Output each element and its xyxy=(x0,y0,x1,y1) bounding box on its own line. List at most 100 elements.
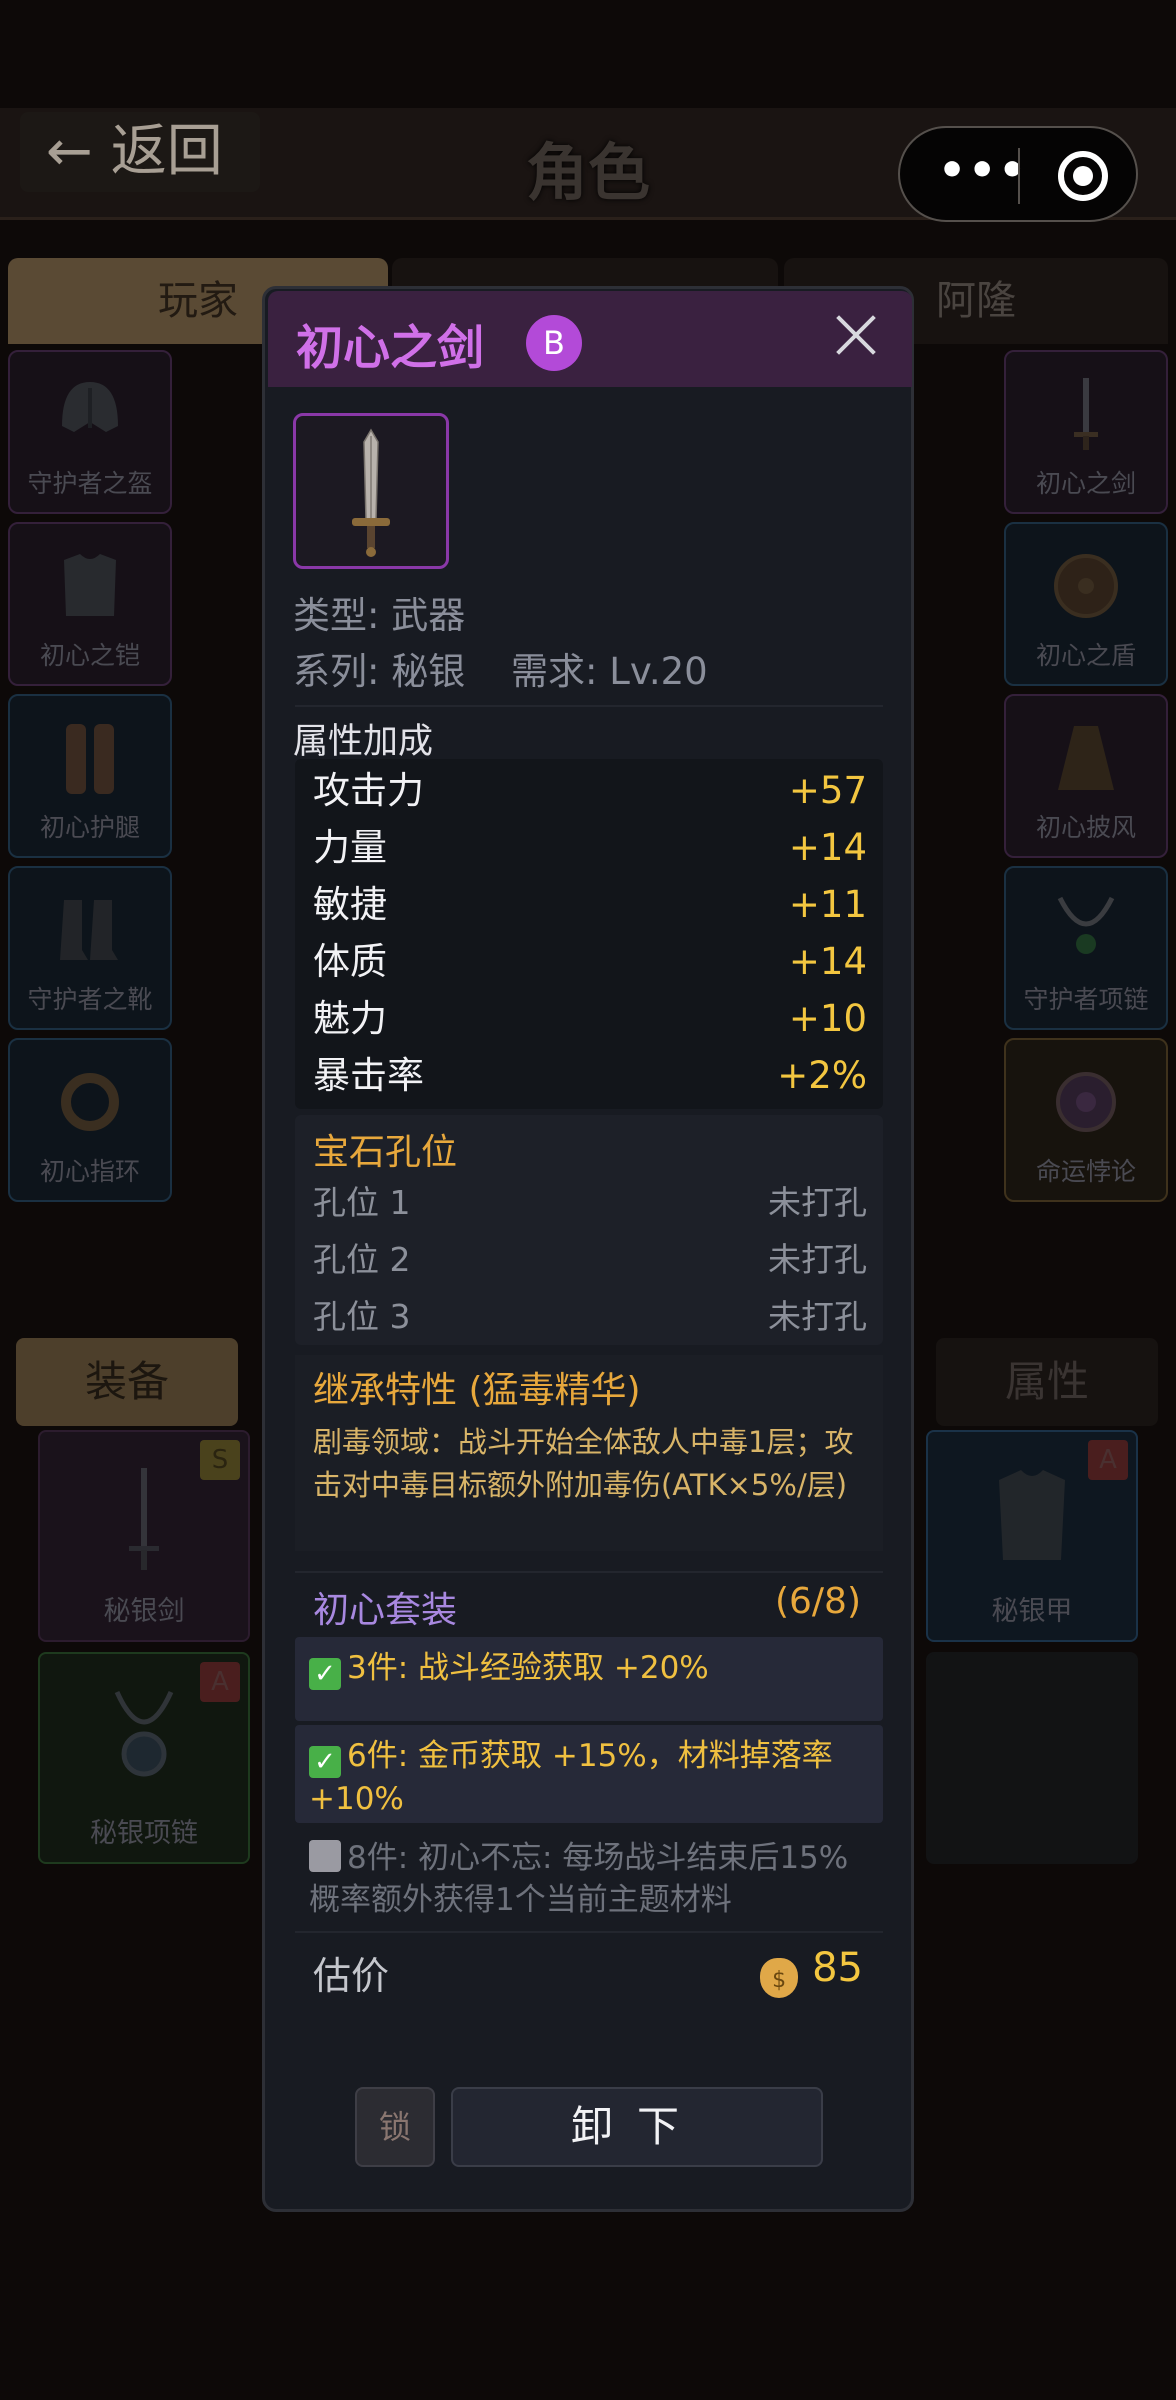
socket-name: 孔位 1 xyxy=(313,1183,411,1222)
slot-label: 守护者项链 xyxy=(1023,985,1149,1014)
greaves-icon xyxy=(66,724,114,794)
set-bonus-row: 8件: 初心不忘: 每场战斗结束后15%概率额外获得1个当前主题材料 xyxy=(295,1827,883,1925)
top-bar: ← 返回 角色 ••• xyxy=(0,108,1176,222)
armor-icon xyxy=(64,554,116,616)
item-detail-dialog: 初心之剑 B 类型: 武器 系列: 秘银 需求: Lv.20 属性加成 攻击力 +… xyxy=(262,286,914,2212)
inventory-item[interactable]: S 秘银剑 xyxy=(38,1430,250,1642)
unequip-button[interactable]: 卸下 xyxy=(451,2087,823,2167)
slot-cloak[interactable]: 初心披风 xyxy=(1004,694,1168,858)
item-label: 秘银甲 xyxy=(991,1596,1073,1627)
stat-value: +2% xyxy=(777,1054,867,1097)
shield-icon xyxy=(1054,554,1118,618)
slot-necklace[interactable]: 守护者项链 xyxy=(1004,866,1168,1030)
money-bag-icon: $ xyxy=(760,1958,799,1998)
capsule-divider xyxy=(1018,148,1020,204)
item-type: 类型: 武器 xyxy=(293,594,466,637)
close-icon[interactable] xyxy=(828,307,884,363)
set-bonus-text: 3件: 战斗经验获取 +20% xyxy=(347,1650,709,1686)
divider xyxy=(295,705,883,707)
stat-row: 攻击力 +57 xyxy=(295,763,883,819)
gem-section-title: 宝石孔位 xyxy=(313,1132,458,1173)
slot-legs[interactable]: 初心护腿 xyxy=(8,694,172,858)
set-progress: (6/8) xyxy=(774,1581,861,1622)
slot-helmet[interactable]: 守护者之盔 xyxy=(8,350,172,514)
inherited-trait-title: 继承特性 (猛毒精华) xyxy=(313,1370,641,1411)
socket-name: 孔位 2 xyxy=(313,1240,411,1279)
mini-program-capsule: ••• xyxy=(898,126,1138,222)
price-amount: 85 xyxy=(812,1945,863,1991)
close-miniprogram-icon[interactable] xyxy=(1058,151,1108,201)
inventory-item[interactable]: A 秘银项链 xyxy=(38,1652,250,1864)
stat-value: +10 xyxy=(788,997,867,1040)
slot-ring[interactable]: 初心指环 xyxy=(8,1038,172,1202)
set-bonus-text: 6件: 金币获取 +15%，材料掉落率+10% xyxy=(309,1738,833,1817)
stat-row: 暴击率 +2% xyxy=(295,1048,883,1104)
sword-icon xyxy=(352,428,390,557)
sword-icon xyxy=(1074,378,1098,450)
stat-list: 攻击力 +57 力量 +14 敏捷 +11 体质 +14 魅力 +10 暴击率 +2% xyxy=(295,759,883,1109)
stat-row: 体质 +14 xyxy=(295,934,883,990)
stat-value: +57 xyxy=(788,769,867,812)
stat-value: +14 xyxy=(788,940,867,983)
item-label: 秘银剑 xyxy=(103,1596,185,1627)
set-bonus-text: 8件: 初心不忘: 每场战斗结束后15%概率额外获得1个当前主题材料 xyxy=(309,1840,849,1918)
stat-row: 力量 +14 xyxy=(295,820,883,876)
set-name: 初心套装 xyxy=(313,1590,458,1631)
unchecked-box-icon xyxy=(309,1840,341,1872)
slot-relic[interactable]: 命运悖论 xyxy=(1004,1038,1168,1202)
slot-label: 初心指环 xyxy=(39,1157,140,1186)
stat-name: 敏捷 xyxy=(313,883,387,926)
attr-section-title: 属性加成 xyxy=(293,722,434,762)
slot-armor[interactable]: 初心之铠 xyxy=(8,522,172,686)
slot-weapon[interactable]: 初心之剑 xyxy=(1004,350,1168,514)
ring-icon xyxy=(61,1073,119,1131)
dialog-header: 初心之剑 B xyxy=(268,291,912,387)
stat-name: 暴击率 xyxy=(313,1054,424,1097)
tab-equipment[interactable]: 装备 xyxy=(16,1338,238,1426)
inherited-trait-section: 继承特性 (猛毒精华) 剧毒领域：战斗开始全体敌人中毒1层；攻击对中毒目标额外附… xyxy=(295,1355,883,1551)
inventory-empty-slot[interactable] xyxy=(926,1652,1138,1864)
item-requirement: 需求: Lv.20 xyxy=(511,650,708,693)
tab-attributes[interactable]: 属性 xyxy=(936,1338,1158,1426)
rank-badge: A xyxy=(200,1662,240,1702)
rank-badge: A xyxy=(1088,1440,1128,1480)
stat-name: 魅力 xyxy=(313,997,387,1040)
cloak-icon xyxy=(1058,726,1114,790)
checkmark-icon: ✓ xyxy=(309,1746,341,1778)
price-label: 估价 xyxy=(313,1954,390,1998)
slot-boots[interactable]: 守护者之靴 xyxy=(8,866,172,1030)
gem-socket-section: 宝石孔位 孔位 1 未打孔 孔位 2 未打孔 孔位 3 未打孔 xyxy=(295,1115,883,1345)
socket-status: 未打孔 xyxy=(768,1297,867,1336)
stat-value: +11 xyxy=(788,883,867,926)
price-value: $85 xyxy=(760,1945,863,1998)
stat-name: 攻击力 xyxy=(313,769,424,812)
slot-label: 初心之铠 xyxy=(39,641,140,670)
boots-icon xyxy=(60,900,118,960)
gem-socket-row: 孔位 2 未打孔 xyxy=(295,1232,883,1288)
necklace-icon xyxy=(1057,896,1115,954)
inherited-trait-description: 剧毒领域：战斗开始全体敌人中毒1层；攻击对中毒目标额外附加毒伤(ATK×5%/层… xyxy=(313,1425,854,1502)
item-series: 系列: 秘银 xyxy=(293,650,466,693)
rank-badge: S xyxy=(200,1440,240,1480)
divider xyxy=(295,1931,883,1933)
slot-label: 守护者之靴 xyxy=(27,985,153,1014)
relic-icon xyxy=(1056,1072,1116,1132)
inventory-item[interactable]: A 秘银甲 xyxy=(926,1430,1138,1642)
slot-label: 守护者之盔 xyxy=(27,469,153,498)
item-image xyxy=(293,413,449,569)
socket-status: 未打孔 xyxy=(768,1240,867,1279)
grade-badge: B xyxy=(526,315,582,371)
slot-label: 初心之剑 xyxy=(1035,469,1136,498)
slot-shield[interactable]: 初心之盾 xyxy=(1004,522,1168,686)
socket-name: 孔位 3 xyxy=(313,1297,411,1336)
slot-label: 初心护腿 xyxy=(39,813,140,842)
slot-label: 初心之盾 xyxy=(1035,641,1136,670)
more-icon[interactable]: ••• xyxy=(938,149,1028,193)
stat-value: +14 xyxy=(788,826,867,869)
helmet-icon xyxy=(62,382,118,432)
armor-icon xyxy=(999,1470,1065,1560)
gem-socket-row: 孔位 3 未打孔 xyxy=(295,1289,883,1345)
stat-name: 体质 xyxy=(313,940,387,983)
lock-button[interactable]: 锁 xyxy=(355,2087,435,2167)
slot-label: 命运悖论 xyxy=(1035,1157,1136,1186)
